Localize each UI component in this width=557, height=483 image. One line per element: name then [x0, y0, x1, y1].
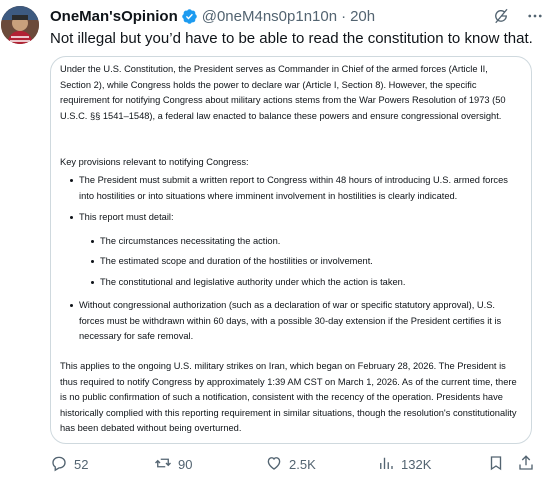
- doc-sub-bullet-2-text: The estimated scope and duration of the …: [100, 256, 373, 266]
- views-icon: [377, 454, 395, 475]
- share-icon: [517, 454, 535, 475]
- reply-button[interactable]: 52: [50, 454, 88, 475]
- doc-sub-bullet-2: The estimated scope and duration of the …: [91, 254, 531, 270]
- repost-count: 90: [178, 457, 193, 472]
- doc-paragraph-2: Key provisions relevant to notifying Con…: [60, 157, 249, 167]
- doc-bullet-2: This report must detail:: [70, 210, 519, 226]
- display-name[interactable]: OneMan'sOpinion: [50, 8, 178, 25]
- reply-count: 52: [74, 457, 89, 472]
- repost-button[interactable]: 90: [154, 454, 192, 475]
- bullet-dot: [70, 216, 73, 219]
- doc-sub-bullet-3: The constitutional and legislative autho…: [91, 275, 531, 291]
- reply-icon: [50, 454, 68, 475]
- avatar[interactable]: [1, 6, 39, 44]
- more-icon[interactable]: [525, 6, 545, 26]
- heart-icon: [265, 454, 283, 475]
- verified-badge-icon: [181, 8, 198, 25]
- separator-dot: ·: [341, 7, 347, 25]
- bullet-dot: [91, 281, 94, 284]
- share-button[interactable]: [517, 454, 535, 475]
- handle[interactable]: @0neM4ns0p1n10n: [202, 8, 337, 25]
- bullet-dot: [91, 260, 94, 263]
- tweet-header: OneMan'sOpinion @0neM4ns0p1n10n · 20h: [50, 5, 549, 27]
- doc-sub-bullet-3-text: The constitutional and legislative autho…: [100, 277, 406, 287]
- timestamp[interactable]: 20h: [350, 8, 375, 25]
- views-count: 132K: [401, 457, 432, 472]
- attached-image[interactable]: Under the U.S. Constitution, the Preside…: [50, 56, 532, 444]
- action-bar: 52 90 2.5K 132K: [50, 454, 549, 474]
- bookmark-button[interactable]: [487, 454, 505, 475]
- bookmark-icon: [487, 454, 505, 475]
- bullet-dot: [70, 304, 73, 307]
- bullet-dot: [70, 179, 73, 182]
- like-button[interactable]: 2.5K: [265, 454, 316, 475]
- doc-bullet-3-text: Without congressional authorization (suc…: [79, 300, 502, 341]
- views-button[interactable]: 132K: [377, 454, 431, 475]
- doc-bullet-3: Without congressional authorization (suc…: [70, 298, 519, 345]
- tweet-text: Not illegal but you’d have to be able to…: [50, 30, 533, 47]
- repost-icon: [154, 454, 172, 475]
- like-count: 2.5K: [289, 457, 316, 472]
- doc-sub-bullet-1-text: The circumstances necessitating the acti…: [100, 236, 281, 246]
- doc-bullet-1-text: The President must submit a written repo…: [79, 175, 508, 201]
- doc-paragraph-3: This applies to the ongoing U.S. militar…: [60, 361, 517, 433]
- bullet-dot: [91, 240, 94, 243]
- grok-icon[interactable]: [491, 6, 511, 26]
- doc-paragraph-1: Under the U.S. Constitution, the Preside…: [60, 64, 506, 121]
- doc-bullet-1: The President must submit a written repo…: [70, 173, 519, 204]
- doc-bullet-2-text: This report must detail:: [79, 212, 174, 222]
- doc-sub-bullet-1: The circumstances necessitating the acti…: [91, 234, 531, 250]
